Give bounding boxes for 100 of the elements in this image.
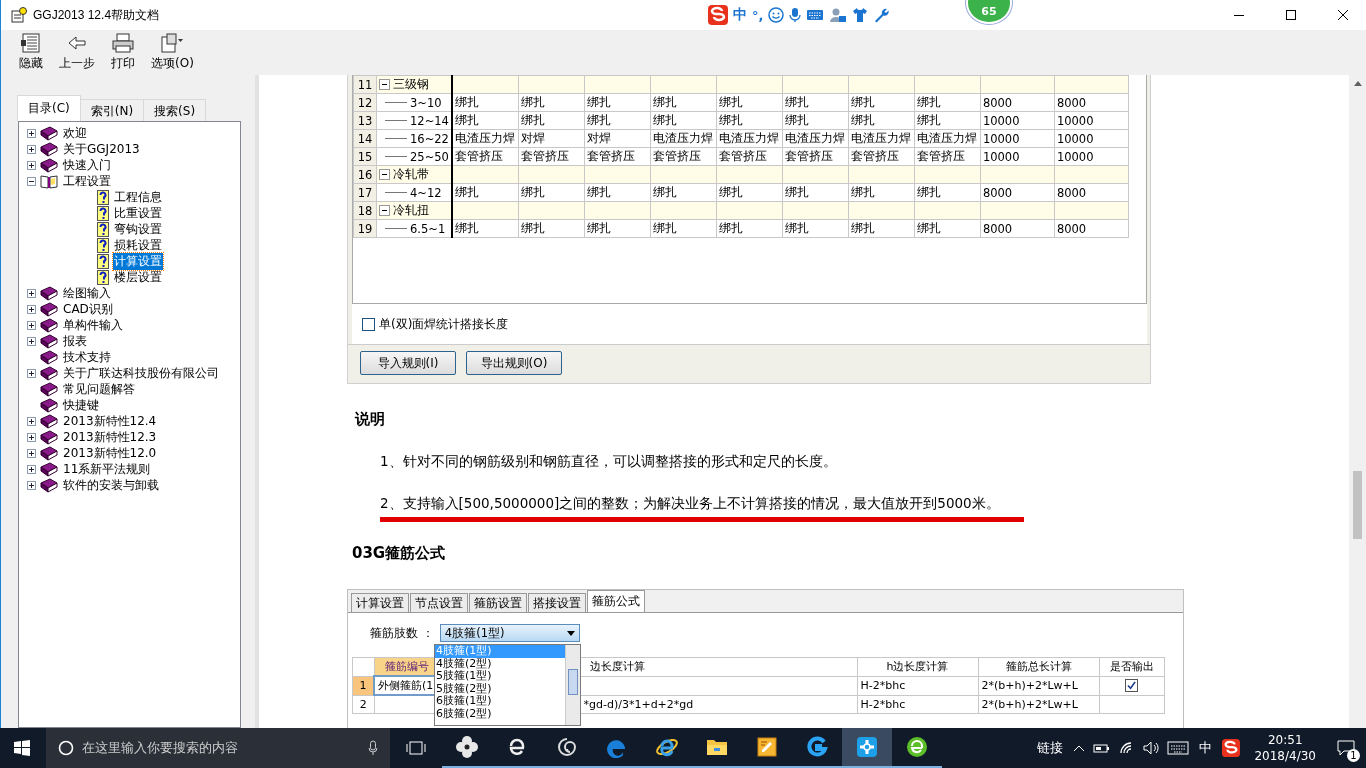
rule-button[interactable]: 导入规则(I) (360, 351, 456, 375)
dropdown-option[interactable]: 6肢箍(2型) (435, 707, 565, 720)
links-toolbar[interactable]: 链接 (1037, 739, 1064, 757)
expand-icon[interactable] (27, 464, 36, 474)
expand-icon[interactable] (27, 128, 36, 138)
toolbar-button[interactable]: 选项(O) (145, 30, 200, 75)
tree-item[interactable]: 工程信息 (113, 188, 163, 206)
toolbar-button[interactable]: 打印 (105, 30, 141, 75)
diameter-range: 25~50 (410, 149, 449, 164)
table-cell: 对焊 (584, 129, 651, 148)
taskbar-app[interactable] (842, 728, 892, 768)
clock-time[interactable]: 20:51 (1267, 732, 1303, 748)
table-cell: 绑扎 (451, 93, 519, 112)
tree-item[interactable]: 关于GGJ2013 (62, 140, 141, 158)
windows-logo-icon[interactable] (14, 740, 30, 756)
notification-button[interactable]: 1 (1326, 732, 1366, 764)
scroll-up-icon[interactable] (1353, 81, 1362, 86)
keyboard-icon[interactable] (806, 8, 825, 22)
settings-tab[interactable]: 搭接设置 (528, 593, 586, 612)
tree-item[interactable]: 常见问题解答 (62, 380, 136, 398)
expand-icon[interactable] (27, 448, 36, 458)
expand-icon[interactable] (27, 160, 36, 170)
tree-item[interactable]: 弯钩设置 (113, 220, 163, 238)
punctuation-mode[interactable]: °, (752, 7, 764, 23)
settings-tab[interactable]: 箍筋公式 (587, 590, 645, 612)
task-view-icon[interactable] (406, 740, 426, 756)
stirrup-count-dropdown[interactable]: 4肢箍(1型) (439, 624, 580, 642)
expand-icon[interactable] (27, 336, 36, 346)
microphone-icon[interactable] (368, 740, 378, 756)
tree-item[interactable]: CAD识别 (62, 300, 114, 318)
tree-item[interactable]: 软件的安装与卸载 (62, 476, 160, 494)
smiley-icon[interactable] (768, 7, 785, 23)
expand-icon[interactable] (27, 288, 36, 298)
dropdown-option[interactable]: 6肢箍(1型) (435, 695, 565, 708)
expand-icon[interactable] (27, 144, 36, 154)
tree-item[interactable]: 工程设置 (62, 172, 112, 190)
maximize-icon[interactable] (1285, 9, 1297, 21)
rule-button[interactable]: 导出规则(O) (466, 351, 562, 375)
toolbar-button[interactable]: 上一步 (53, 30, 101, 75)
expand-icon[interactable] (27, 480, 36, 490)
scrollbar[interactable] (565, 645, 580, 725)
tree-item[interactable]: 报表 (62, 332, 88, 350)
input-language[interactable]: 中 (1199, 739, 1213, 757)
table-cell: 绑扎 (584, 93, 651, 112)
wrench-icon[interactable] (873, 7, 890, 23)
tree-item[interactable]: 欢迎 (62, 124, 88, 142)
collapse-icon[interactable] (379, 79, 390, 90)
tree-item[interactable]: 绘图输入 (62, 284, 112, 302)
tree-item[interactable]: 快捷键 (62, 396, 100, 414)
tree-item[interactable]: 2013新特性12.3 (62, 428, 158, 446)
table-cell: 绑扎 (518, 111, 585, 130)
clock-date[interactable]: 2018/4/30 (1254, 748, 1316, 764)
keyboard-icon[interactable] (1167, 741, 1190, 755)
table-cell: 10000 (1054, 147, 1129, 166)
taskbar-search-field[interactable]: 在这里输入你要搜索的内容 (46, 728, 390, 768)
settings-tab[interactable]: 箍筋设置 (469, 593, 527, 612)
nav-tab[interactable]: 搜索(S) (143, 99, 207, 121)
checkbox[interactable] (362, 317, 375, 331)
tree-item[interactable]: 2013新特性12.0 (62, 444, 158, 462)
ime-mode[interactable]: 中 (733, 6, 747, 24)
expand-icon[interactable] (27, 320, 36, 330)
expand-icon[interactable] (27, 416, 36, 426)
table-cell: 绑扎 (848, 93, 915, 112)
tree-item[interactable]: 11系新平法规则 (62, 460, 152, 478)
expand-icon[interactable] (27, 368, 36, 378)
table-cell: H-2*bhc (860, 679, 906, 692)
volume-icon[interactable] (1143, 741, 1160, 755)
battery-icon[interactable] (1093, 742, 1112, 754)
book-icon (40, 429, 58, 445)
expand-icon[interactable] (27, 432, 36, 442)
toolbar-button[interactable]: 隐藏 (13, 30, 49, 75)
nav-tab[interactable]: 目录(C) (17, 95, 81, 121)
back-arrow-icon (66, 33, 88, 53)
scrollbar[interactable] (1349, 75, 1366, 728)
scroll-thumb[interactable] (1353, 471, 1362, 539)
tree-item[interactable]: 关于广联达科技股份有限公司 (62, 364, 220, 382)
tree-item[interactable]: 单构件输入 (62, 316, 124, 334)
collapse-icon[interactable] (379, 205, 390, 216)
expand-icon[interactable] (27, 304, 36, 314)
chevron-up-icon[interactable] (1073, 744, 1086, 752)
book-icon (40, 477, 58, 493)
shirt-icon[interactable] (852, 7, 869, 23)
microphone-icon[interactable] (789, 7, 802, 23)
close-icon[interactable] (1337, 9, 1349, 21)
sogou-logo-icon[interactable] (1222, 739, 1241, 757)
user-icon[interactable] (829, 7, 848, 23)
tree-item[interactable]: 比重设置 (113, 204, 163, 222)
tree-item[interactable]: 楼层设置 (113, 268, 163, 286)
collapse-icon[interactable] (27, 176, 36, 186)
settings-tab[interactable]: 节点设置 (410, 593, 468, 612)
dropdown-option[interactable]: 5肢箍(2型) (435, 682, 565, 695)
collapse-icon[interactable] (379, 169, 390, 180)
tree-item[interactable]: 损耗设置 (113, 236, 163, 254)
tree-item[interactable]: 快速入门 (62, 156, 112, 174)
tree-item[interactable]: 2013新特性12.4 (62, 412, 158, 430)
settings-tab[interactable]: 计算设置 (351, 593, 409, 612)
tree-item[interactable]: 计算设置 (113, 252, 163, 270)
checkbox[interactable] (1125, 678, 1138, 692)
tree-item[interactable]: 技术支持 (62, 348, 112, 366)
table-cell: 绑扎 (914, 183, 981, 202)
